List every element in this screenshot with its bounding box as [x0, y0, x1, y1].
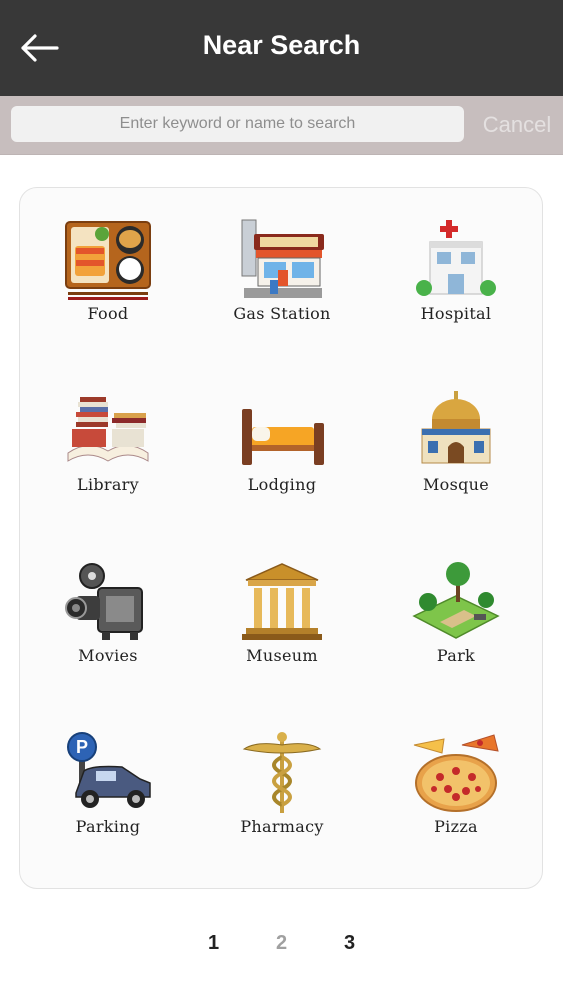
category-gas-station[interactable]: Gas Station: [195, 208, 369, 379]
film-camera-icon: [65, 563, 143, 640]
parking-car-icon: P: [67, 732, 151, 808]
category-parking[interactable]: P Parking: [21, 721, 195, 892]
category-pharmacy[interactable]: Pharmacy: [195, 721, 369, 892]
pizza-icon: [413, 734, 499, 812]
category-label: Library: [77, 475, 139, 494]
page-3-button[interactable]: 3: [342, 932, 358, 955]
category-panel: Food Gas Station Hospital Library Lodgin…: [19, 187, 543, 889]
category-label: Gas Station: [233, 304, 331, 323]
mosque-icon: [421, 391, 491, 464]
category-food[interactable]: Food: [21, 208, 195, 379]
top-bar: Near Search: [0, 0, 563, 96]
category-label: Movies: [78, 646, 138, 665]
category-label: Mosque: [422, 475, 490, 494]
category-park[interactable]: Park: [369, 550, 543, 721]
hospital-icon: [416, 220, 496, 296]
caduceus-icon: [242, 732, 322, 813]
page-2-button[interactable]: 2: [274, 932, 290, 955]
gas-station-icon: [241, 219, 324, 298]
category-label: Hospital: [420, 304, 492, 323]
category-movies[interactable]: Movies: [21, 550, 195, 721]
food-tray-icon: [65, 221, 151, 300]
category-hospital[interactable]: Hospital: [369, 208, 543, 379]
bed-icon: [242, 409, 324, 465]
category-grid: Food Gas Station Hospital Library Lodgin…: [20, 208, 544, 892]
category-lodging[interactable]: Lodging: [195, 379, 369, 550]
category-library[interactable]: Library: [21, 379, 195, 550]
category-pizza[interactable]: Pizza: [369, 721, 543, 892]
search-bar: Cancel: [0, 96, 563, 155]
books-icon: [67, 397, 149, 462]
museum-icon: [242, 563, 322, 640]
category-label: Lodging: [247, 475, 317, 494]
category-label: Museum: [246, 646, 318, 665]
category-label: Pharmacy: [240, 817, 324, 836]
svg-text:P: P: [76, 737, 88, 757]
pagination: 1 2 3: [0, 932, 563, 955]
category-label: Park: [436, 646, 476, 665]
page-title: Near Search: [202, 30, 361, 60]
park-icon: [412, 562, 500, 639]
category-label: Parking: [75, 817, 141, 836]
page-1-button[interactable]: 1: [206, 932, 222, 955]
category-label: Pizza: [434, 817, 478, 836]
cancel-button[interactable]: Cancel: [476, 110, 558, 140]
category-museum[interactable]: Museum: [195, 550, 369, 721]
search-input[interactable]: [11, 106, 464, 142]
category-label: Food: [87, 304, 129, 323]
category-mosque[interactable]: Mosque: [369, 379, 543, 550]
